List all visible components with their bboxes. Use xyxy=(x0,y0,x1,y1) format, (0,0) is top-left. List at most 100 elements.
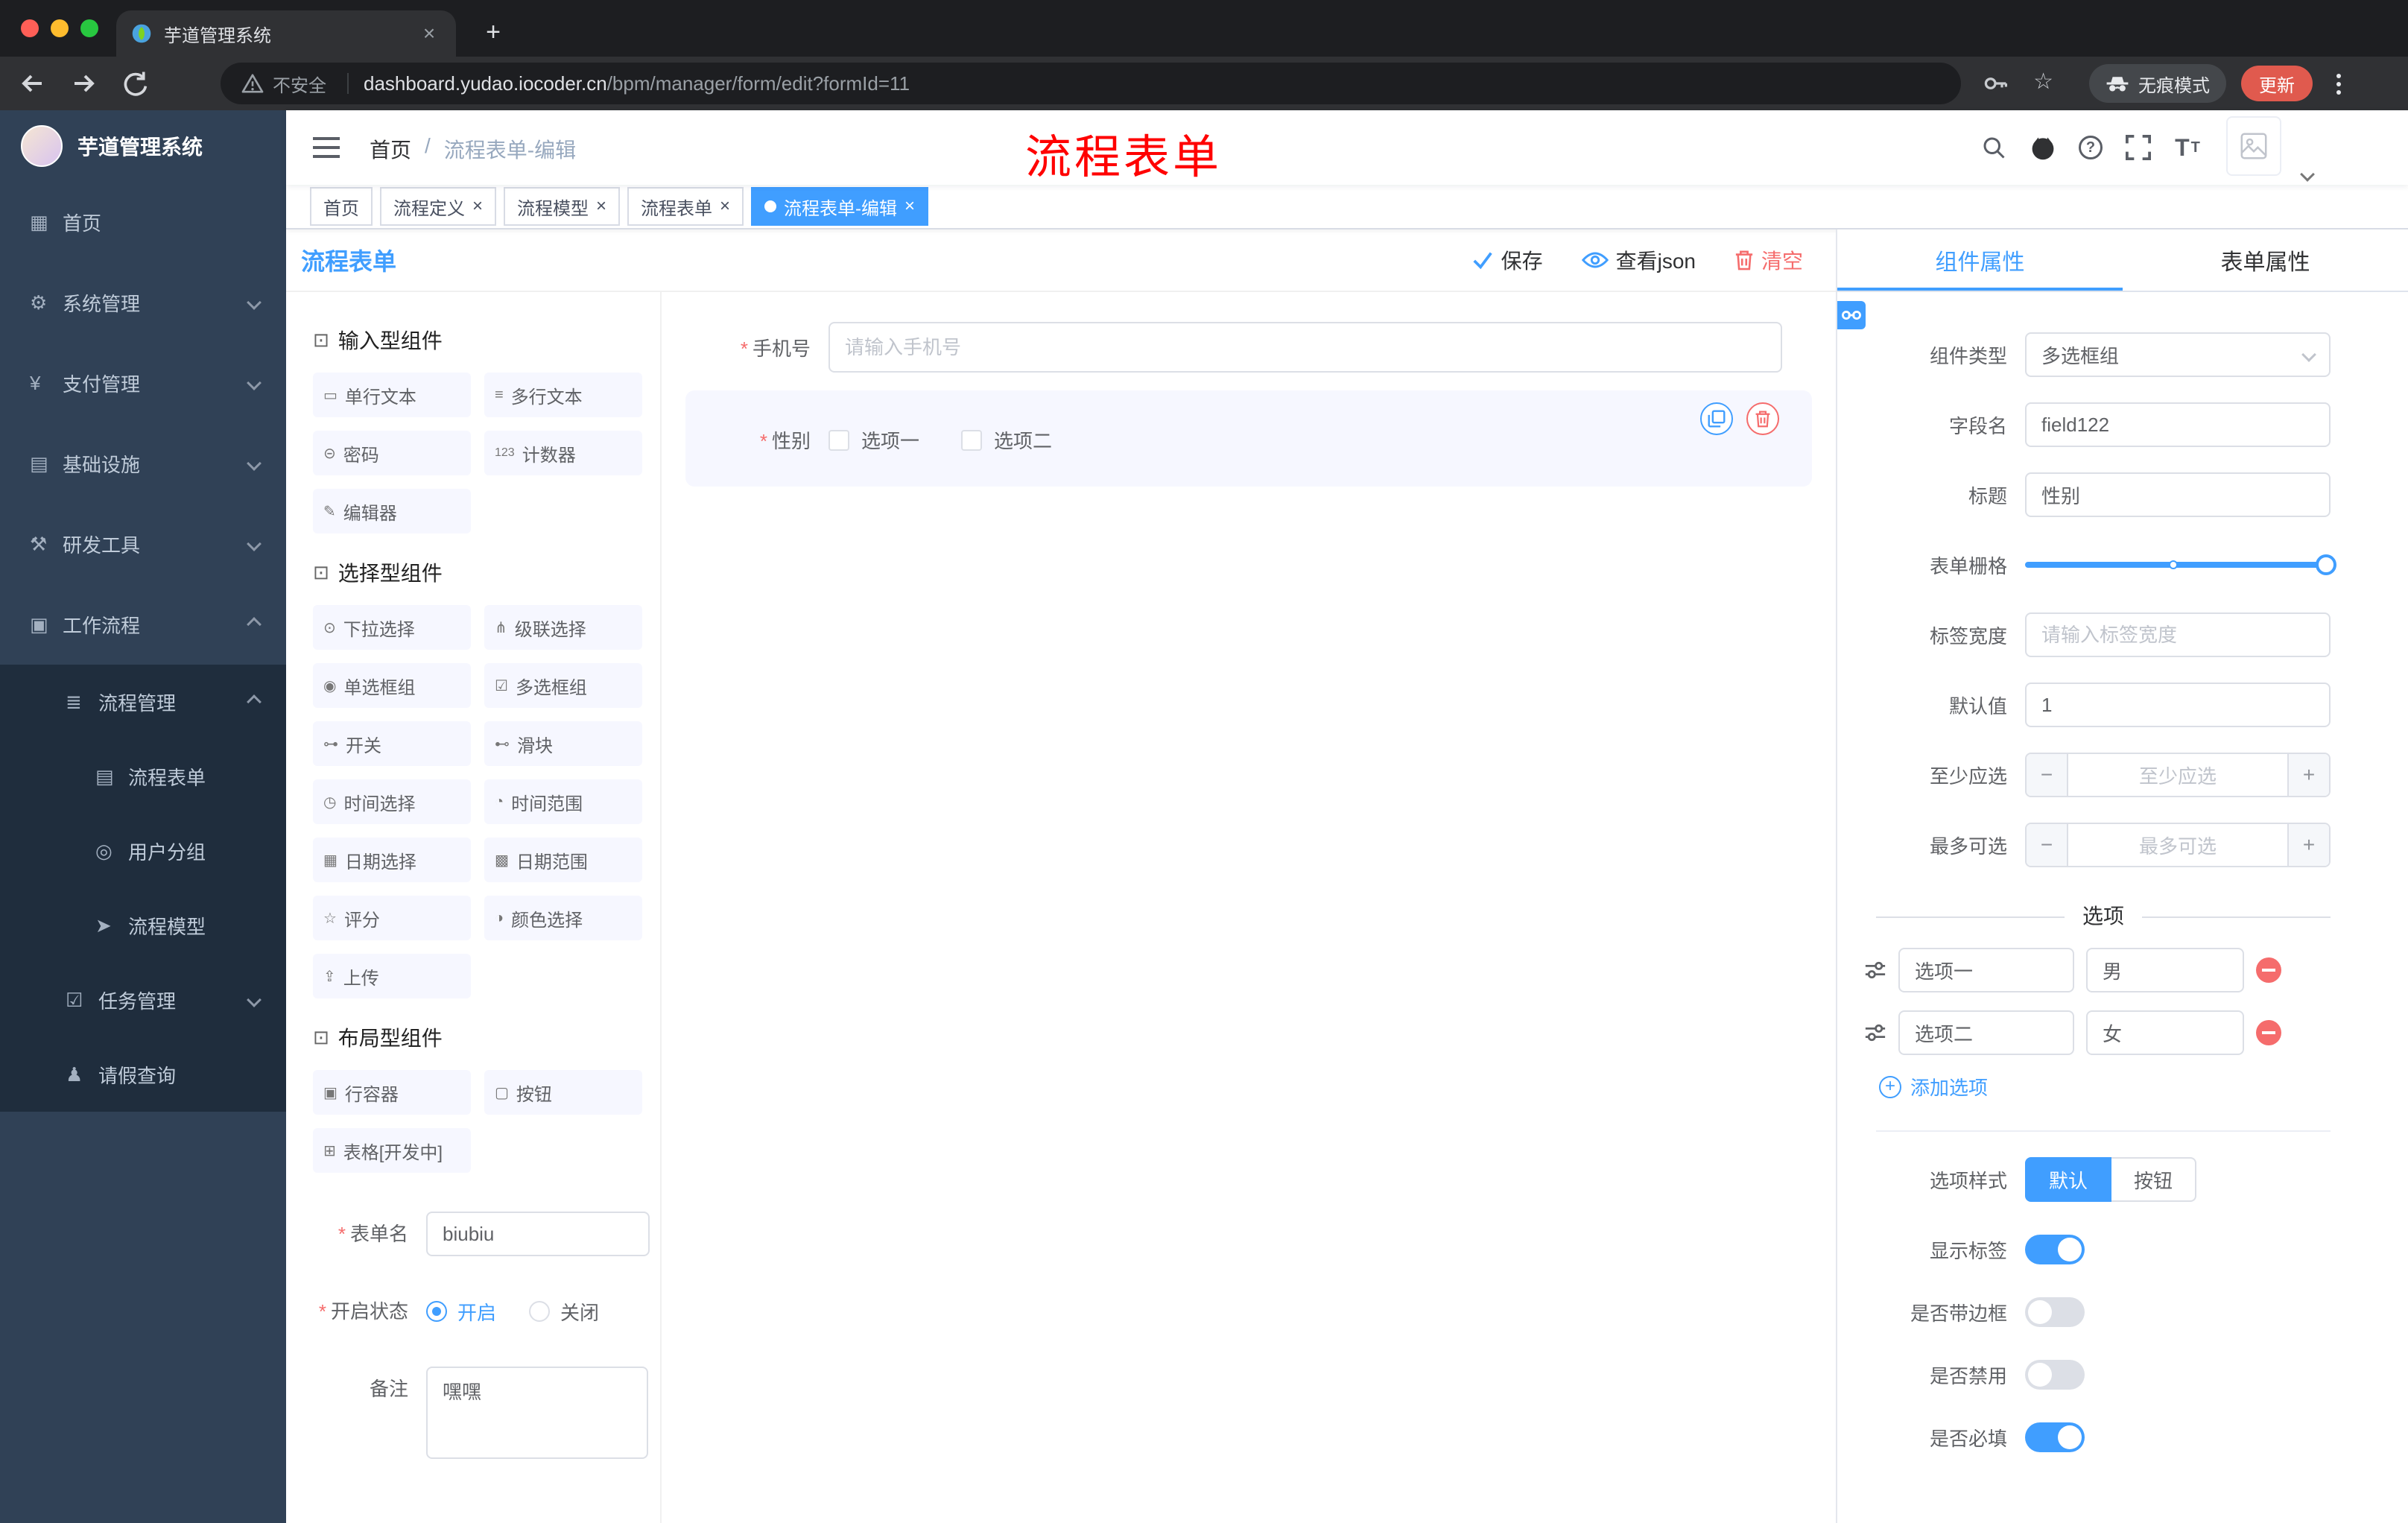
sidebar-item-payment[interactable]: ¥ 支付管理 xyxy=(0,343,286,423)
palette-item-multi-text[interactable]: ≡ 多行文本 xyxy=(484,373,642,417)
default-value-input[interactable] xyxy=(2025,683,2331,727)
sidebar-item-system[interactable]: ⚙ 系统管理 xyxy=(0,262,286,343)
hamburger-icon[interactable] xyxy=(313,137,340,158)
sidebar-item-devtools[interactable]: ⚒ 研发工具 xyxy=(0,504,286,584)
tab-form-props[interactable]: 表单属性 xyxy=(2123,229,2408,291)
remark-textarea[interactable]: 嘿嘿 xyxy=(426,1367,648,1459)
palette-item-radio-group[interactable]: ◉ 单选框组 xyxy=(313,663,471,708)
tag-home[interactable]: 首页 xyxy=(310,187,373,226)
palette-item-button[interactable]: ▢ 按钮 xyxy=(484,1070,642,1115)
form-grid-slider[interactable] xyxy=(2025,542,2336,587)
gender-option1-label[interactable]: 选项一 xyxy=(861,426,919,454)
palette-item-switch[interactable]: ⊶ 开关 xyxy=(313,721,471,766)
palette-item-counter[interactable]: 123 计数器 xyxy=(484,431,642,475)
tag-process-form-edit[interactable]: 流程表单-编辑 xyxy=(751,187,929,226)
max-select-value[interactable]: 最多可选 xyxy=(2068,824,2287,866)
palette-item-single-text[interactable]: ▭ 单行文本 xyxy=(313,373,471,417)
fullscreen-icon[interactable] xyxy=(2125,134,2152,161)
status-on-radio[interactable] xyxy=(426,1301,447,1322)
component-type-select[interactable]: 多选框组 xyxy=(2025,332,2331,377)
sidebar-item-home[interactable]: ▦ 首页 xyxy=(0,182,286,262)
back-icon[interactable] xyxy=(18,69,48,98)
drag-handle-icon[interactable] xyxy=(1864,1022,1886,1044)
browser-menu-icon[interactable] xyxy=(2336,70,2342,98)
delete-field-button[interactable] xyxy=(1746,402,1779,435)
option-value-input[interactable] xyxy=(2086,1010,2244,1055)
gender-option2-label[interactable]: 选项二 xyxy=(994,426,1052,454)
label-width-input[interactable] xyxy=(2025,612,2331,657)
font-size-icon[interactable] xyxy=(2174,134,2201,161)
border-switch[interactable] xyxy=(2025,1297,2085,1327)
save-button[interactable]: 保存 xyxy=(1471,245,1543,275)
search-icon[interactable] xyxy=(1980,134,2007,161)
sidebar-item-infrastructure[interactable]: ▤ 基础设施 xyxy=(0,423,286,504)
password-key-icon[interactable] xyxy=(1982,70,2009,97)
tag-process-definition[interactable]: 流程定义 xyxy=(380,187,497,226)
zoom-window-button[interactable] xyxy=(80,19,98,37)
canvas-field-phone[interactable]: 手机号 xyxy=(685,322,1812,373)
phone-input[interactable] xyxy=(828,322,1782,373)
palette-item-password[interactable]: ⊝ 密码 xyxy=(313,431,471,475)
link-badge[interactable] xyxy=(1837,301,1866,329)
option-label-input[interactable] xyxy=(1898,1010,2074,1055)
status-off-label[interactable]: 关闭 xyxy=(560,1298,599,1326)
decrease-button[interactable] xyxy=(2027,754,2068,796)
close-icon[interactable] xyxy=(596,196,606,217)
option-value-input[interactable] xyxy=(2086,948,2244,992)
forward-icon[interactable] xyxy=(69,69,98,98)
sidebar-item-process-form[interactable]: ▤ 流程表单 xyxy=(0,739,286,814)
slider-handle[interactable] xyxy=(2316,554,2336,575)
palette-item-slider[interactable]: ⊷ 滑块 xyxy=(484,721,642,766)
min-select-value[interactable]: 至少应选 xyxy=(2068,754,2287,796)
gender-option2-checkbox[interactable] xyxy=(961,429,983,451)
required-switch[interactable] xyxy=(2025,1422,2085,1452)
status-off-radio[interactable] xyxy=(529,1301,551,1322)
close-icon[interactable] xyxy=(472,196,483,217)
close-window-button[interactable] xyxy=(21,19,39,37)
palette-item-upload[interactable]: ⇪ 上传 xyxy=(313,954,471,998)
palette-item-date-range[interactable]: ▩ 日期范围 xyxy=(484,838,642,882)
drag-handle-icon[interactable] xyxy=(1864,959,1886,981)
close-tab-icon[interactable] xyxy=(417,22,441,45)
sidebar-item-leave-query[interactable]: ♟ 请假查询 xyxy=(0,1037,286,1112)
increase-button[interactable] xyxy=(2287,824,2329,866)
close-icon[interactable] xyxy=(904,196,915,217)
add-option-button[interactable]: 添加选项 xyxy=(1879,1073,2331,1101)
copy-field-button[interactable] xyxy=(1700,402,1733,435)
github-icon[interactable] xyxy=(2030,134,2056,161)
avatar-caret-icon[interactable] xyxy=(2300,158,2315,186)
palette-item-dropdown[interactable]: ⊙ 下拉选择 xyxy=(313,605,471,650)
form-name-input[interactable] xyxy=(426,1212,650,1256)
minimize-window-button[interactable] xyxy=(51,19,69,37)
security-label[interactable]: 不安全 xyxy=(273,71,326,97)
palette-item-time-picker[interactable]: ◷ 时间选择 xyxy=(313,779,471,824)
avatar[interactable] xyxy=(2226,116,2281,176)
palette-item-rate[interactable]: ☆ 评分 xyxy=(313,896,471,940)
sidebar-item-process-model[interactable]: ➤ 流程模型 xyxy=(0,888,286,963)
clear-button[interactable]: 清空 xyxy=(1734,245,1803,275)
palette-item-row-container[interactable]: ▣ 行容器 xyxy=(313,1070,471,1115)
remove-option-icon[interactable] xyxy=(2256,957,2281,983)
sidebar-item-workflow[interactable]: ▣ 工作流程 xyxy=(0,584,286,665)
close-icon[interactable] xyxy=(720,196,730,217)
palette-item-checkbox-group[interactable]: ☑ 多选框组 xyxy=(484,663,642,708)
palette-item-table[interactable]: ⊞ 表格[开发中] xyxy=(313,1128,471,1173)
gender-option1-checkbox[interactable] xyxy=(828,429,849,451)
decrease-button[interactable] xyxy=(2027,824,2068,866)
url-field[interactable]: 不安全 dashboard.yudao.iocoder.cn /bpm/mana… xyxy=(221,63,1961,104)
title-input[interactable] xyxy=(2025,472,2331,517)
sidebar-item-process-management[interactable]: ≣ 流程管理 xyxy=(0,665,286,739)
view-json-button[interactable]: 查看json xyxy=(1581,245,1696,275)
palette-item-cascader[interactable]: ⋔ 级联选择 xyxy=(484,605,642,650)
tag-process-form[interactable]: 流程表单 xyxy=(627,187,744,226)
tab-component-props[interactable]: 组件属性 xyxy=(1837,229,2123,291)
sidebar-item-user-group[interactable]: ◎ 用户分组 xyxy=(0,814,286,888)
reload-icon[interactable] xyxy=(119,69,149,98)
browser-tab[interactable]: 芋道管理系统 xyxy=(116,10,456,57)
palette-item-time-range[interactable]: ◔ 时间范围 xyxy=(484,779,642,824)
show-label-switch[interactable] xyxy=(2025,1235,2085,1264)
bookmark-star-icon[interactable]: ☆ xyxy=(2033,69,2053,95)
field-name-input[interactable] xyxy=(2025,402,2331,447)
palette-item-editor[interactable]: ✎ 编辑器 xyxy=(313,489,471,533)
style-default-button[interactable]: 默认 xyxy=(2025,1157,2112,1202)
